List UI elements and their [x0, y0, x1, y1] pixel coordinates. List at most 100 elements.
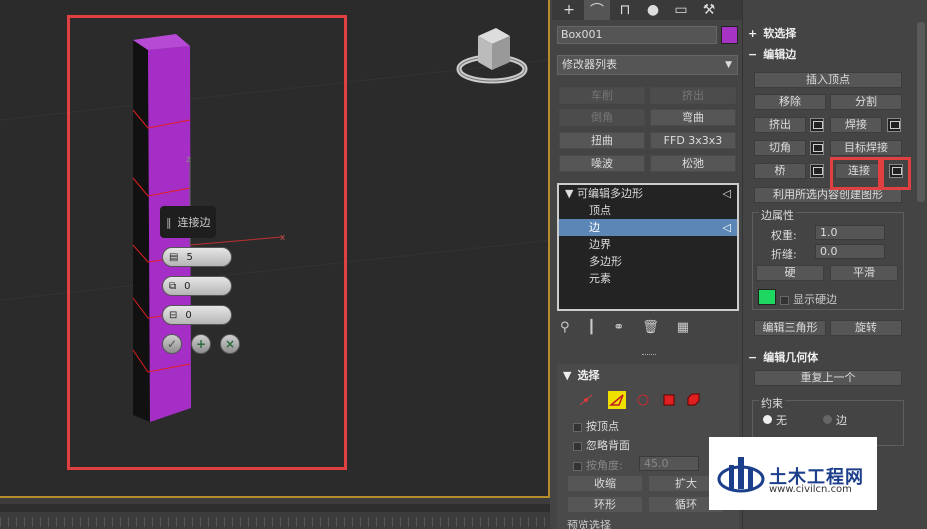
stack-root-item[interactable]: ▼ 可编辑多边形 ◁ — [559, 185, 737, 202]
drag-handle-icon[interactable]: ‖ — [166, 216, 172, 229]
constraint-edge-label: 边 — [836, 414, 847, 427]
extrude-settings-icon[interactable] — [810, 118, 824, 132]
pin-stack-icon[interactable]: ⚲ — [560, 320, 570, 335]
collapse-icon: − — [748, 350, 758, 364]
preview-selection-label: 预览选择 — [567, 519, 611, 529]
watermark-url: www.civilcn.com — [769, 484, 852, 495]
slide-icon: ⊟ — [169, 309, 178, 321]
viewcube-icon[interactable] — [452, 24, 532, 94]
pinch-field[interactable]: ⧉ 0 — [162, 276, 232, 296]
chamfer-settings-icon[interactable] — [810, 141, 824, 155]
collapse-icon: ▼ — [563, 368, 572, 382]
segments-field[interactable]: ▤ 5 — [162, 247, 232, 267]
panel-scrollbar[interactable] — [917, 22, 925, 202]
turn-button[interactable]: 旋转 — [830, 320, 902, 336]
split-button[interactable]: 分割 — [830, 94, 902, 110]
selection-rollout-header[interactable]: ▼ 选择 — [563, 366, 599, 384]
lathe-button[interactable]: 车削 — [559, 87, 645, 104]
crease-label: 折缝: — [771, 248, 797, 261]
display-tab-icon[interactable]: ▭ — [668, 0, 694, 20]
object-color-swatch[interactable] — [721, 26, 738, 44]
modifier-stack[interactable]: ▼ 可编辑多边形 ◁ 顶点 边 ◁ 边界 多边形 元素 — [557, 183, 739, 311]
ffd-button[interactable]: FFD 3x3x3 — [650, 132, 736, 149]
by-vertex-option[interactable]: 按顶点 — [573, 418, 619, 434]
caddy-title-bar[interactable]: ‖ 连接边 — [160, 206, 216, 238]
bend-button[interactable]: 弯曲 — [650, 109, 736, 126]
edit-triangulation-button[interactable]: 编辑三角形 — [754, 320, 826, 336]
modifier-list-dropdown[interactable]: 修改器列表 ▼ — [557, 55, 738, 75]
show-hard-edges-option[interactable]: 显示硬边 — [780, 291, 837, 307]
by-angle-option[interactable]: 按角度: — [573, 457, 623, 473]
border-mode-icon[interactable] — [634, 391, 652, 409]
by-vertex-checkbox[interactable] — [573, 422, 582, 432]
motion-tab-icon[interactable]: ● — [640, 0, 666, 20]
hard-edge-color-swatch[interactable] — [758, 289, 776, 305]
apply-button[interactable]: + — [191, 334, 211, 354]
slide-field[interactable]: ⊟ 0 — [162, 305, 232, 325]
stack-item-polygon[interactable]: 多边形 — [559, 253, 737, 270]
hierarchy-tab-icon[interactable]: ⊓ — [612, 0, 638, 20]
time-slider-area[interactable] — [0, 498, 550, 529]
create-tab-icon[interactable]: + — [556, 0, 582, 20]
polygon-mode-icon[interactable] — [660, 391, 678, 409]
stack-item-element[interactable]: 元素 — [559, 270, 737, 287]
insert-vertex-button[interactable]: 插入顶点 — [754, 72, 902, 88]
crease-spinner[interactable]: 0.0 — [815, 244, 885, 259]
bridge-button[interactable]: 桥 — [754, 163, 806, 179]
weld-settings-icon[interactable] — [887, 118, 901, 132]
constraint-none-option[interactable]: 无 — [763, 412, 787, 428]
by-angle-checkbox[interactable] — [573, 461, 582, 471]
smooth-button[interactable]: 平滑 — [830, 265, 898, 281]
stack-item-border[interactable]: 边界 — [559, 236, 737, 253]
modify-tab-icon[interactable]: ⌒ — [584, 0, 610, 20]
soft-selection-header[interactable]: + 软选择 — [748, 24, 796, 42]
stack-item-vertex[interactable]: 顶点 — [559, 202, 737, 219]
weight-spinner[interactable]: 1.0 — [815, 225, 885, 240]
ring-button[interactable]: 环形 — [567, 496, 643, 513]
noise-button[interactable]: 噪波 — [559, 155, 645, 172]
show-end-result-icon[interactable]: ┃ — [588, 320, 596, 335]
remove-modifier-icon[interactable]: 🗑 — [642, 320, 659, 335]
connect-edges-caddy[interactable]: ‖ 连接边 ▤ 5 ⧉ 0 ⊟ 0 ✓ + × — [160, 206, 240, 354]
bevel-button[interactable]: 倒角 — [559, 109, 645, 126]
bridge-settings-icon[interactable] — [810, 164, 824, 178]
hard-button[interactable]: 硬 — [756, 265, 824, 281]
configure-sets-icon[interactable]: ▦ — [677, 320, 689, 335]
twist-button[interactable]: 扭曲 — [559, 132, 645, 149]
angle-spinner[interactable]: 45.0 — [639, 456, 699, 471]
make-unique-icon[interactable]: ⚭ — [613, 320, 624, 335]
ignore-backface-option[interactable]: 忽略背面 — [573, 437, 630, 453]
rollout-divider — [642, 354, 656, 357]
stack-item-edge[interactable]: 边 ◁ — [559, 219, 737, 236]
segments-icon: ▤ — [169, 251, 179, 263]
target-weld-button[interactable]: 目标焊接 — [830, 140, 902, 156]
cancel-button[interactable]: × — [220, 334, 240, 354]
utilities-tab-icon[interactable]: ⚒ — [696, 0, 722, 20]
extrude-mod-button[interactable]: 挤出 — [650, 87, 736, 104]
remove-button[interactable]: 移除 — [754, 94, 826, 110]
show-hard-edges-label: 显示硬边 — [793, 293, 837, 306]
edge-mode-icon[interactable] — [608, 391, 626, 409]
shrink-button[interactable]: 收缩 — [567, 475, 643, 492]
vertex-mode-icon[interactable] — [577, 391, 595, 409]
chamfer-button[interactable]: 切角 — [754, 140, 806, 156]
weld-button[interactable]: 焊接 — [830, 117, 882, 133]
collapse-icon[interactable]: ▼ — [565, 187, 573, 200]
extrude-button[interactable]: 挤出 — [754, 117, 806, 133]
ignore-backface-checkbox[interactable] — [573, 441, 582, 451]
edit-edges-header[interactable]: − 编辑边 — [748, 45, 796, 63]
element-mode-icon[interactable] — [684, 391, 702, 409]
edit-geometry-header[interactable]: − 编辑几何体 — [748, 348, 818, 366]
object-name-field[interactable]: Box001 — [557, 26, 717, 44]
command-panel-tabs: + ⌒ ⊓ ● ▭ ⚒ — [552, 0, 742, 20]
show-hard-edges-checkbox[interactable] — [780, 295, 789, 305]
constraint-edge-option[interactable]: 边 — [823, 412, 847, 428]
stack-root-label: 可编辑多边形 — [576, 187, 643, 200]
radio-selected-icon[interactable] — [763, 415, 772, 424]
repeat-last-button[interactable]: 重复上一个 — [754, 370, 902, 386]
radio-icon[interactable] — [823, 415, 832, 424]
ok-button[interactable]: ✓ — [162, 334, 182, 354]
perspective-viewport[interactable]: x z ‖ 连接边 ▤ 5 ⧉ 0 ⊟ 0 ✓ + × — [0, 0, 550, 498]
annotation-frame-connect — [830, 157, 881, 190]
relax-button[interactable]: 松弛 — [650, 155, 736, 172]
